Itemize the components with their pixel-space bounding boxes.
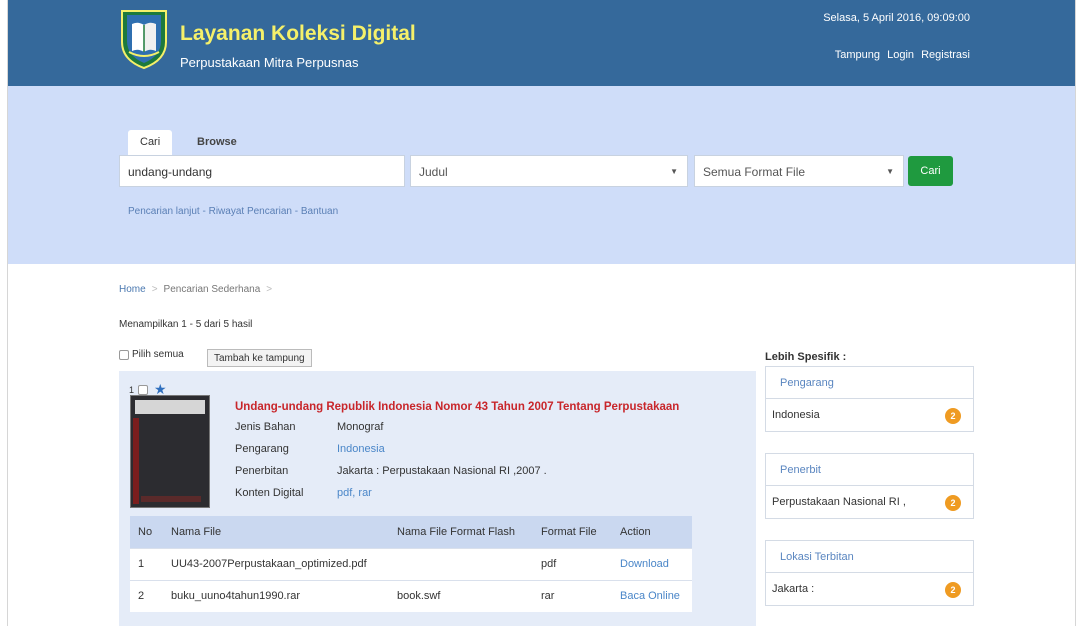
- select-all-checkbox[interactable]: [119, 349, 129, 360]
- datetime-display: Selasa, 5 April 2016, 09:09:00: [823, 12, 970, 24]
- app-title: Layanan Koleksi Digital: [180, 22, 416, 45]
- chevron-down-icon: ▼: [886, 167, 894, 176]
- result-title-link[interactable]: Undang-undang Republik Indonesia Nomor 4…: [235, 401, 679, 413]
- advanced-search-link[interactable]: Pencarian lanjut: [128, 206, 200, 217]
- author-link[interactable]: Indonesia: [337, 443, 385, 455]
- cell-format: pdf: [533, 547, 612, 580]
- nav-registrasi-link[interactable]: Registrasi: [921, 49, 970, 61]
- facet-pengarang-header[interactable]: Pengarang: [765, 366, 974, 399]
- sidebar-title: Lebih Spesifik :: [765, 351, 847, 363]
- result-checkbox[interactable]: [138, 384, 149, 395]
- col-nama-file: Nama File: [163, 516, 389, 548]
- count-badge: 2: [945, 495, 961, 511]
- shield-logo-icon: [121, 10, 167, 70]
- cell-no: 2: [130, 579, 163, 612]
- top-nav: Tampung Login Registrasi: [831, 49, 970, 61]
- table-row: 1 UU43-2007Perpustakaan_optimized.pdf pd…: [130, 547, 692, 580]
- cover-footer: [141, 496, 201, 502]
- meta-penerbitan: Penerbitan Jakarta : Perpustakaan Nasiona…: [235, 465, 547, 477]
- meta-key: Pengarang: [235, 443, 289, 455]
- meta-pengarang: Pengarang Indonesia: [235, 443, 385, 455]
- facet-item-label: Jakarta :: [772, 583, 815, 595]
- search-history-link[interactable]: Riwayat Pencarian: [209, 206, 292, 217]
- select-all[interactable]: Pilih semua: [119, 349, 184, 360]
- add-to-tampung-button[interactable]: Tambah ke tampung: [207, 349, 312, 367]
- file-format-value: Semua Format File: [703, 165, 806, 179]
- nav-login-link[interactable]: Login: [887, 49, 914, 61]
- files-header-row: No Nama File Nama File Format Flash Form…: [130, 516, 692, 548]
- col-nama-file-flash: Nama File Format Flash: [389, 516, 533, 548]
- page-frame: Layanan Koleksi Digital Perpustakaan Mit…: [7, 0, 1076, 626]
- chevron-down-icon: ▼: [670, 167, 678, 176]
- meta-key: Jenis Bahan: [235, 421, 296, 433]
- search-input[interactable]: undang-undang: [119, 155, 405, 187]
- facet-lokasi-header[interactable]: Lokasi Terbitan: [765, 540, 974, 573]
- help-link[interactable]: Bantuan: [301, 206, 338, 217]
- breadcrumb-separator: >: [266, 284, 273, 295]
- tab-browse[interactable]: Browse: [185, 130, 249, 156]
- breadcrumb-current: Pencarian Sederhana: [163, 284, 261, 295]
- select-all-label: Pilih semua: [132, 349, 184, 360]
- col-format-file: Format File: [533, 516, 612, 548]
- col-no: No: [130, 516, 163, 548]
- cell-flash: book.swf: [389, 579, 533, 612]
- files-table: No Nama File Nama File Format Flash Form…: [130, 516, 692, 612]
- search-field-value: Judul: [419, 165, 448, 179]
- count-badge: 2: [945, 582, 961, 598]
- result-card: 1 ★ Undang-undang Republik Indonesia Nom…: [119, 371, 756, 626]
- read-online-link[interactable]: Baca Online: [612, 579, 692, 612]
- facet-penerbit-item[interactable]: Perpustakaan Nasional RI , 2: [765, 486, 974, 519]
- facet-lokasi-item[interactable]: Jakarta : 2: [765, 573, 974, 606]
- result-number: 1: [129, 384, 135, 395]
- breadcrumb: Home > Pencarian Sederhana >: [119, 284, 278, 295]
- meta-value: Monograf: [337, 421, 384, 433]
- cell-nama-file: UU43-2007Perpustakaan_optimized.pdf: [163, 547, 389, 580]
- site-header: Layanan Koleksi Digital Perpustakaan Mit…: [8, 0, 1075, 86]
- nav-tampung-link[interactable]: Tampung: [835, 49, 880, 61]
- breadcrumb-separator: >: [151, 284, 158, 295]
- result-count: Menampilkan 1 - 5 dari 5 hasil: [119, 319, 253, 330]
- search-button[interactable]: Cari: [908, 156, 953, 186]
- col-action: Action: [612, 516, 692, 548]
- digital-content-link[interactable]: pdf, rar: [337, 487, 372, 499]
- meta-jenis-bahan: Jenis Bahan Monograf: [235, 421, 383, 433]
- meta-key: Konten Digital: [235, 487, 304, 499]
- table-row: 2 buku_uuno4tahun1990.rar book.swf rar B…: [130, 579, 692, 612]
- facet-pengarang-item[interactable]: Indonesia 2: [765, 399, 974, 432]
- search-field-select[interactable]: Judul ▼: [410, 155, 688, 187]
- meta-value: Jakarta : Perpustakaan Nasional RI ,2007…: [337, 465, 547, 477]
- cell-nama-file: buku_uuno4tahun1990.rar: [163, 579, 389, 612]
- breadcrumb-home-link[interactable]: Home: [119, 284, 146, 295]
- cover-spine: [133, 418, 139, 504]
- facet-penerbit-header[interactable]: Penerbit: [765, 453, 974, 486]
- app-subtitle: Perpustakaan Mitra Perpusnas: [180, 55, 359, 70]
- search-panel: Cari Browse undang-undang Judul ▼ Semua …: [8, 86, 1075, 264]
- download-link[interactable]: Download: [612, 547, 692, 580]
- cell-flash: [389, 547, 533, 580]
- facet-item-label: Perpustakaan Nasional RI ,: [772, 496, 906, 508]
- meta-konten-digital: Konten Digital pdf, rar: [235, 487, 372, 499]
- book-cover-image[interactable]: [130, 395, 210, 508]
- count-badge: 2: [945, 408, 961, 424]
- file-format-select[interactable]: Semua Format File ▼: [694, 155, 904, 187]
- cell-no: 1: [130, 547, 163, 580]
- search-links: Pencarian lanjut - Riwayat Pencarian - B…: [128, 206, 339, 217]
- tab-cari[interactable]: Cari: [128, 130, 173, 156]
- meta-key: Penerbitan: [235, 465, 289, 477]
- facet-item-label: Indonesia: [772, 409, 820, 421]
- search-input-value: undang-undang: [128, 165, 213, 179]
- cover-label: [135, 400, 205, 414]
- cell-format: rar: [533, 579, 612, 612]
